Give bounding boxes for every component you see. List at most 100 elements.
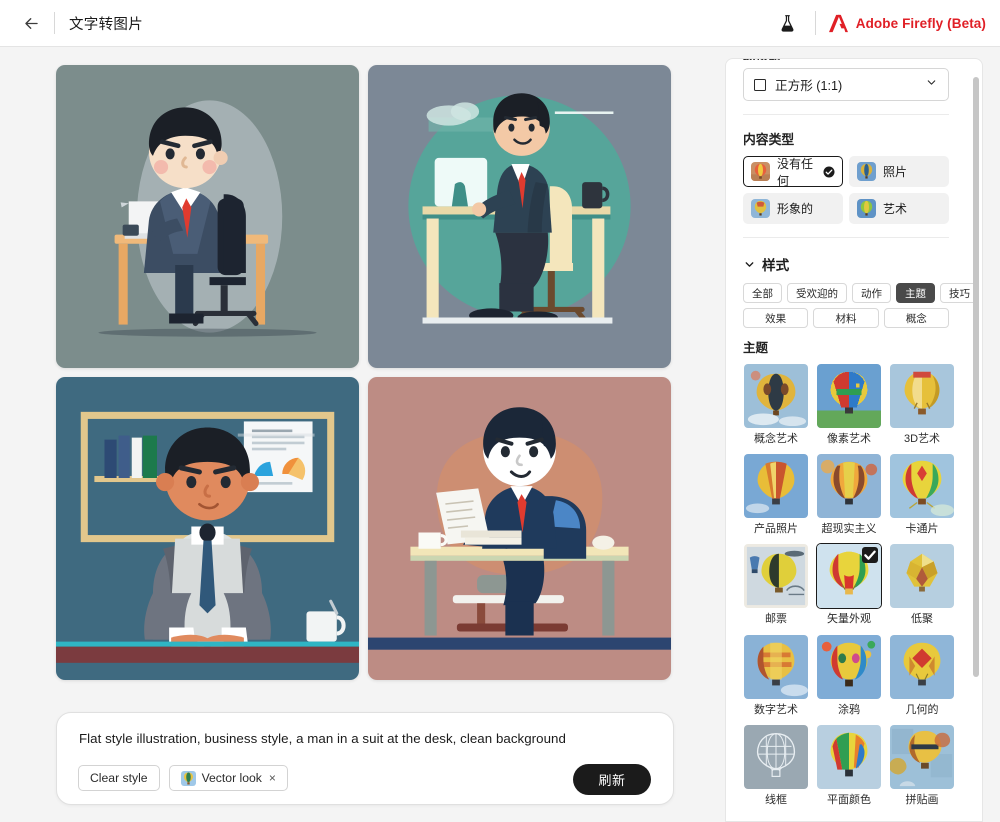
theme-thumb — [816, 453, 882, 519]
chevron-down-icon — [925, 76, 938, 94]
theme-item-cartoon[interactable]: 卡通片 — [889, 453, 955, 536]
header-right-group: Adobe Firefly (Beta) — [773, 8, 1000, 38]
results-area: Flat style illustration, business style,… — [0, 47, 712, 822]
square-icon — [754, 78, 766, 91]
themes-grid: 概念艺术 像素艺术 3D艺术 产品照片 超现实主义 卡通片 邮票 矢量外观 低聚… — [743, 363, 954, 807]
generated-image-2[interactable] — [368, 65, 671, 368]
content-type-grid: 没有任何 照片 形象的 艺术 — [743, 156, 949, 224]
theme-item-collage[interactable]: 拼贴画 — [889, 724, 955, 807]
theme-label: 邮票 — [765, 613, 787, 626]
theme-thumb — [743, 453, 809, 519]
theme-thumb — [743, 724, 809, 790]
theme-thumb — [743, 363, 809, 429]
theme-item-pixel-art[interactable]: 像素艺术 — [816, 363, 882, 446]
theme-thumb — [889, 453, 955, 519]
theme-item-wireframe[interactable]: 线框 — [743, 724, 809, 807]
theme-item-concept-art[interactable]: 概念艺术 — [743, 363, 809, 446]
theme-thumb — [816, 634, 882, 700]
check-icon — [862, 547, 878, 564]
theme-thumb — [889, 543, 955, 609]
balloon-thumb-icon — [857, 162, 876, 181]
sidebar-separator-1 — [743, 114, 949, 115]
generated-image-1[interactable] — [56, 65, 359, 368]
prompt-chip-row: Clear style Vector look × — [78, 765, 288, 791]
back-button[interactable] — [14, 6, 48, 40]
theme-label: 矢量外观 — [827, 613, 871, 626]
theme-thumb — [816, 543, 882, 610]
header-divider-2 — [814, 11, 816, 35]
theme-label: 3D艺术 — [903, 433, 941, 445]
themes-title: 主题 — [743, 341, 769, 355]
theme-item-product-photo[interactable]: 产品照片 — [743, 453, 809, 536]
theme-thumb — [743, 634, 809, 700]
app-header: 文字转图片 Adobe Firefly (Beta) — [0, 0, 1000, 47]
style-section-title: 样式 — [762, 258, 790, 273]
clear-style-button[interactable]: Clear style — [78, 765, 160, 791]
theme-label: 拼贴画 — [905, 793, 939, 806]
theme-thumb — [743, 543, 809, 609]
style-filter-movement[interactable]: 动作 — [852, 283, 891, 303]
chevron-down-icon — [745, 261, 754, 267]
theme-label: 超现实主义 — [821, 523, 877, 536]
theme-label: 概念艺术 — [754, 433, 798, 445]
theme-item-flat-color[interactable]: 平面颜色 — [816, 724, 882, 807]
content-type-heading: 内容类型 — [743, 132, 795, 147]
style-filter-themes[interactable]: 主题 — [896, 283, 935, 303]
balloon-thumb-icon — [751, 162, 770, 181]
check-circle-icon — [823, 166, 835, 177]
content-type-option-art[interactable]: 艺术 — [849, 193, 949, 224]
header-divider — [54, 12, 55, 34]
theme-label: 数字艺术 — [754, 703, 798, 716]
style-chip-remove-icon[interactable]: × — [269, 771, 276, 785]
aspect-ratio-label: 纵横比 — [743, 59, 949, 60]
theme-label: 平面颜色 — [827, 793, 871, 806]
style-filters: 全部 受欢迎的 动作 主题 技巧 效果 材料 概念 — [743, 283, 979, 328]
theme-item-vector-look[interactable]: 矢量外观 — [816, 543, 882, 626]
content-type-option-photo[interactable]: 照片 — [849, 156, 949, 187]
theme-item-digital-art[interactable]: 数字艺术 — [743, 634, 809, 717]
generated-image-3[interactable] — [56, 377, 359, 680]
brand-link[interactable]: Adobe Firefly (Beta) — [828, 14, 986, 33]
theme-thumb — [889, 363, 955, 429]
generated-image-3-art — [56, 377, 359, 680]
theme-thumb — [816, 724, 882, 790]
settings-sidebar: 纵横比 正方形 (1:1) 内容类型 — [725, 58, 983, 822]
clear-style-label: Clear style — [90, 771, 148, 785]
theme-item-stamp[interactable]: 邮票 — [743, 543, 809, 626]
theme-label: 低聚 — [911, 613, 933, 626]
sidebar-scrollbar-thumb[interactable] — [973, 77, 979, 677]
style-filter-all[interactable]: 全部 — [743, 283, 782, 303]
style-chip-label: Vector look — [201, 771, 262, 785]
content-type-option-none[interactable]: 没有任何 — [743, 156, 843, 188]
theme-item-3d-art[interactable]: 3D艺术 — [889, 363, 955, 446]
prompt-bar[interactable]: Flat style illustration, business style,… — [56, 712, 674, 805]
style-chip-vector-look[interactable]: Vector look × — [168, 765, 288, 791]
aspect-ratio-select[interactable]: 正方形 (1:1) — [743, 68, 949, 101]
theme-item-graffiti[interactable]: 涂鸦 — [816, 634, 882, 717]
sidebar-separator-2 — [743, 237, 949, 238]
generated-image-4[interactable] — [368, 377, 671, 680]
style-filter-concepts[interactable]: 概念 — [883, 308, 949, 328]
theme-item-geometric[interactable]: 几何的 — [889, 634, 955, 717]
brand-name: Adobe Firefly (Beta) — [855, 15, 986, 31]
balloon-thumb-icon — [180, 770, 196, 786]
theme-item-surrealism[interactable]: 超现实主义 — [816, 453, 882, 536]
arrow-left-icon — [24, 17, 38, 29]
content-type-label: 艺术 — [883, 202, 908, 216]
lab-flask-button[interactable] — [773, 8, 803, 38]
sidebar-scrollbar[interactable] — [972, 59, 980, 821]
balloon-thumb-icon — [857, 199, 876, 218]
style-filter-popular[interactable]: 受欢迎的 — [787, 283, 847, 303]
refresh-button[interactable]: 刷新 — [573, 764, 651, 795]
theme-label: 像素艺术 — [827, 433, 871, 445]
style-filter-effects[interactable]: 效果 — [743, 308, 809, 328]
style-filter-materials[interactable]: 材料 — [813, 308, 879, 328]
theme-item-low-poly[interactable]: 低聚 — [889, 543, 955, 626]
style-filter-row-2: 效果 材料 概念 — [743, 308, 949, 328]
style-section-toggle[interactable]: 样式 — [743, 254, 949, 274]
prompt-input[interactable]: Flat style illustration, business style,… — [79, 730, 566, 747]
theme-label: 几何的 — [905, 703, 939, 716]
content-type-option-graphic[interactable]: 形象的 — [743, 193, 843, 224]
balloon-thumb-icon — [751, 199, 770, 218]
theme-thumb — [889, 634, 955, 700]
